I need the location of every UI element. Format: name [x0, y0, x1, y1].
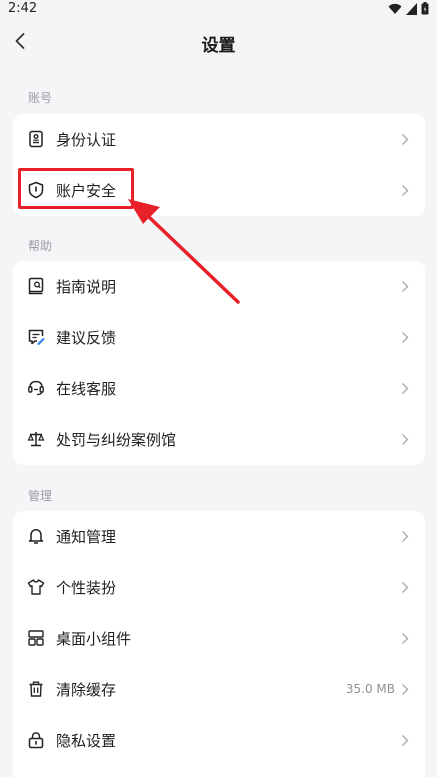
chevron-right-icon [402, 582, 409, 593]
row-label: 建议反馈 [56, 329, 117, 347]
section-label-manage: 管理 [28, 489, 53, 503]
chevron-right-icon [402, 684, 409, 695]
row-label: 桌面小组件 [56, 630, 132, 648]
settings-screen: 2:42 设置 账号 身份认证 账户安全 帮助 指南说明 建议反馈 在线客服 处… [0, 0, 437, 777]
row-identity-verification[interactable]: 身份认证 [13, 114, 425, 165]
chevron-right-icon [402, 434, 409, 445]
row-label: 处罚与纠纷案例馆 [56, 431, 177, 449]
bell-icon [28, 529, 44, 544]
scales-icon [27, 432, 45, 447]
highlight-box [18, 168, 134, 209]
widget-grid-icon [28, 630, 44, 646]
header: 设置 [0, 18, 437, 66]
help-card: 指南说明 建议反馈 在线客服 处罚与纠纷案例馆 [13, 261, 425, 465]
row-privacy-settings[interactable]: 隐私设置 [13, 715, 425, 766]
row-label: 隐私设置 [56, 732, 117, 750]
chevron-right-icon [402, 633, 409, 644]
row-label: 个性装扮 [56, 579, 117, 597]
row-feedback[interactable]: 建议反馈 [13, 312, 425, 363]
id-card-icon [29, 130, 43, 148]
signal-icon [406, 2, 417, 15]
chevron-right-icon [402, 531, 409, 542]
row-label: 清除缓存 [56, 681, 117, 699]
row-dispute-cases[interactable]: 处罚与纠纷案例馆 [13, 414, 425, 465]
row-notifications[interactable]: 通知管理 [13, 511, 425, 562]
row-label: 身份认证 [56, 131, 117, 149]
trash-icon [29, 681, 43, 697]
row-customer-service[interactable]: 在线客服 [13, 363, 425, 414]
row-label: 在线客服 [56, 380, 117, 398]
battery-icon [421, 2, 429, 15]
manage-card: 通知管理 个性装扮 桌面小组件 清除缓存 35.0 MB 隐私设置 [13, 511, 425, 777]
row-clear-cache[interactable]: 清除缓存 35.0 MB [13, 664, 425, 715]
row-guide[interactable]: 指南说明 [13, 261, 425, 312]
chevron-right-icon [402, 185, 409, 196]
row-label: 通知管理 [56, 528, 117, 546]
cache-size-value: 35.0 MB [345, 682, 395, 696]
guide-book-icon [28, 277, 44, 295]
feedback-edit-icon [28, 329, 45, 345]
tshirt-icon [27, 579, 45, 595]
row-desktop-widgets[interactable]: 桌面小组件 [13, 613, 425, 664]
row-personal-dressup[interactable]: 个性装扮 [13, 562, 425, 613]
status-bar: 2:42 [0, 0, 437, 18]
chevron-right-icon [402, 332, 409, 343]
chevron-right-icon [402, 281, 409, 292]
page-title: 设置 [201, 36, 236, 56]
lock-icon [28, 732, 44, 749]
status-icons [388, 2, 429, 15]
section-label-help: 帮助 [28, 239, 53, 253]
section-label-account: 账号 [28, 91, 53, 105]
chevron-right-icon [402, 134, 409, 145]
headset-icon [28, 380, 44, 396]
status-time: 2:42 [8, 1, 38, 16]
wifi-icon [388, 3, 402, 14]
row-label: 指南说明 [56, 278, 117, 296]
chevron-right-icon [402, 735, 409, 746]
chevron-right-icon [402, 383, 409, 394]
